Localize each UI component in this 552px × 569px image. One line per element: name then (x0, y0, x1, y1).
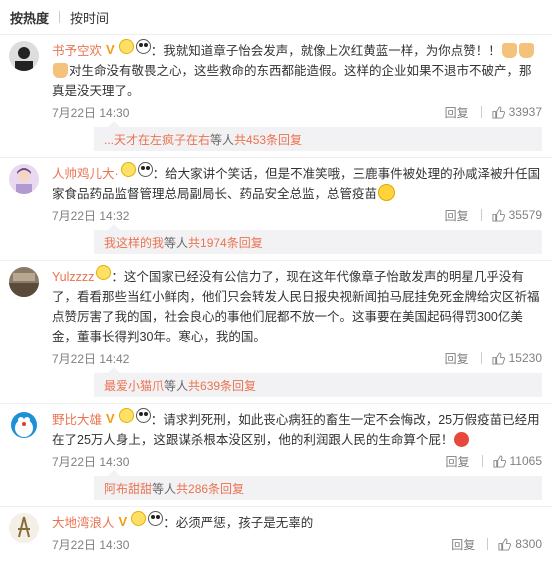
comment-meta: 7月22日 14:30 回复 33937 (52, 101, 542, 123)
comment-meta: 7月22日 14:30 回复 8300 (52, 533, 542, 555)
more-replies[interactable]: 我这样的我 等人 共1974条回复 (94, 224, 542, 254)
verified-v-icon: V (106, 42, 115, 57)
comment-body-part1: ：我就知道章子怡会发声，就像上次红黄蓝一样，为你点赞！！ (150, 44, 501, 58)
comment-username[interactable]: 大地湾浪人 (52, 516, 115, 530)
avatar[interactable] (9, 41, 39, 71)
meta-divider (480, 209, 482, 221)
comment-meta: 7月22日 14:32 回复 35579 (52, 204, 542, 226)
reply-username[interactable]: ...天才在左疯子在右 (104, 131, 210, 148)
like-icon (492, 105, 505, 119)
comment-text: 书予空欢 V ：我就知道章子怡会发声，就像上次红黄蓝一样，为你点赞！！ 对生命没有敬畏… (52, 35, 542, 101)
panda-icon (135, 408, 151, 423)
like-button[interactable]: 8300 (498, 537, 542, 551)
comment-username[interactable]: 人帅鸡儿大· (52, 167, 119, 181)
comment-time: 7月22日 14:30 (52, 454, 130, 469)
angry-emoji-icon (454, 432, 470, 447)
reply-count[interactable]: 共453条回复 (234, 131, 302, 148)
reply-button[interactable]: 回复 (445, 207, 469, 224)
comment-item: Yulzzzz ：这个国家已经没有公信力了，现在这年代像章子怡敢发声的明星几乎没有… (0, 261, 552, 404)
sort-tabs: 按热度 按时间 (0, 0, 552, 35)
avatar[interactable] (9, 267, 39, 297)
reply-button[interactable]: 回复 (445, 350, 469, 367)
reply-count[interactable]: 共639条回复 (188, 377, 256, 394)
reply-username[interactable]: 最爱小猫爪 (104, 377, 164, 394)
verified-v-icon: V (118, 514, 128, 529)
reply-count[interactable]: 共286条回复 (176, 480, 244, 497)
meta-divider (480, 352, 482, 364)
comment-item: 书予空欢 V ：我就知道章子怡会发声，就像上次红黄蓝一样，为你点赞！！ 对生命没有敬畏… (0, 35, 552, 158)
meta-divider (481, 455, 483, 467)
like-count: 35579 (508, 208, 542, 222)
like-count: 33937 (508, 105, 542, 119)
avatar[interactable] (9, 164, 39, 194)
like-count: 8300 (515, 537, 542, 551)
comment-username[interactable]: Yulzzzz (52, 270, 94, 284)
comment-text: 大地湾浪人 V ：必须严惩，孩子是无辜的 (52, 507, 542, 533)
like-button[interactable]: 35579 (492, 208, 542, 222)
reply-button[interactable]: 回复 (451, 536, 475, 553)
more-replies[interactable]: 阿布甜甜 等人 共286条回复 (94, 470, 542, 500)
member-icon (120, 162, 136, 177)
avatar[interactable] (9, 410, 39, 440)
reply-count[interactable]: 共1974条回复 (188, 234, 263, 251)
comment-meta: 7月22日 14:30 回复 11065 (52, 450, 542, 472)
comment-time: 7月22日 14:30 (52, 105, 130, 120)
tab-divider (59, 11, 61, 23)
thumbs-up-emoji-icon (518, 43, 534, 58)
comment-time: 7月22日 14:32 (52, 208, 130, 223)
thumbs-up-emoji-icon (53, 63, 68, 78)
like-button[interactable]: 11065 (492, 454, 542, 468)
member-icon (118, 408, 134, 423)
reply-username[interactable]: 我这样的我 (104, 234, 164, 251)
comment-item: 野比大雄 V ：请求判死刑，如此丧心病狂的畜生一定不会悔改，25万假疫苗已经用在了2… (0, 404, 552, 507)
comment-text: 野比大雄 V ：请求判死刑，如此丧心病狂的畜生一定不会悔改，25万假疫苗已经用在了2… (52, 404, 542, 450)
smile-emoji-icon (378, 184, 396, 201)
comment-time: 7月22日 14:30 (52, 537, 130, 552)
member-icon (96, 265, 112, 280)
more-replies[interactable]: ...天才在左疯子在右 等人 共453条回复 (94, 121, 542, 151)
reply-mid-text: 等人 (210, 132, 235, 147)
like-button[interactable]: 15230 (492, 351, 542, 365)
meta-divider (480, 106, 482, 118)
member-icon (118, 39, 134, 54)
avatar[interactable] (9, 513, 39, 543)
comment-username[interactable]: 野比大雄 (52, 413, 102, 427)
like-count: 11065 (509, 454, 542, 468)
like-button[interactable]: 33937 (492, 105, 542, 119)
panda-icon (135, 39, 151, 54)
reply-mid-text: 等人 (164, 378, 189, 393)
comment-body: ：必须严惩，孩子是无辜的 (163, 516, 314, 530)
comment-time: 7月22日 14:42 (52, 351, 130, 366)
comment-body: ：这个国家已经没有公信力了，现在这年代像章子怡敢发声的明星几乎没有了，看看那些当… (52, 270, 540, 344)
member-icon (131, 511, 147, 526)
tab-sort-time[interactable]: 按时间 (70, 8, 109, 27)
reply-mid-text: 等人 (164, 235, 189, 250)
thumbs-up-emoji-icon (501, 43, 517, 58)
meta-divider (487, 538, 489, 550)
reply-mid-text: 等人 (152, 481, 177, 496)
comment-meta: 7月22日 14:42 回复 15230 (52, 347, 542, 369)
like-count: 15230 (508, 351, 542, 365)
like-icon (492, 454, 506, 468)
comment-body-part2: 对生命没有敬畏之心，这些救命的东西都能造假。这样的企业如果不退市不破产，那真是没… (52, 64, 532, 98)
comment-text: 人帅鸡儿大· ：给大家讲个笑话，但是不准笑哦，三鹿事件被处理的孙咸泽被升任国家食品… (52, 158, 542, 204)
comment-item: 大地湾浪人 V ：必须严惩，孩子是无辜的 7月22日 14:30 回复 8300 (0, 507, 552, 555)
comment-text: Yulzzzz ：这个国家已经没有公信力了，现在这年代像章子怡敢发声的明星几乎没有… (52, 261, 542, 347)
like-icon (492, 351, 505, 365)
comment-username[interactable]: 书予空欢 (52, 44, 102, 58)
reply-username[interactable]: 阿布甜甜 (104, 480, 152, 497)
like-icon (492, 208, 505, 222)
more-replies[interactable]: 最爱小猫爪 等人 共639条回复 (94, 367, 542, 397)
reply-button[interactable]: 回复 (446, 453, 470, 470)
verified-v-icon: V (106, 411, 115, 426)
panda-icon (148, 511, 164, 526)
reply-button[interactable]: 回复 (445, 104, 469, 121)
like-icon (498, 537, 512, 551)
panda-icon (137, 162, 153, 177)
tab-sort-hot[interactable]: 按热度 (10, 8, 49, 27)
comment-item: 人帅鸡儿大· ：给大家讲个笑话，但是不准笑哦，三鹿事件被处理的孙咸泽被升任国家食品… (0, 158, 552, 261)
